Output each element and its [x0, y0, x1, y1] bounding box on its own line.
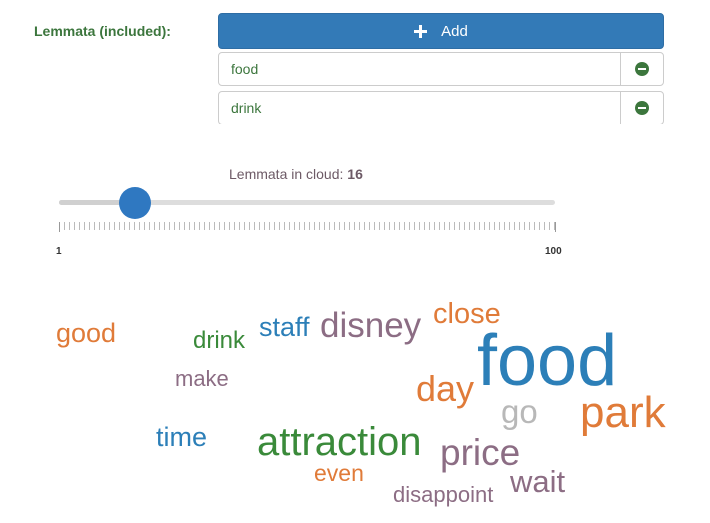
cloud-word-disney: disney — [320, 306, 422, 345]
remove-lemma-button[interactable] — [620, 53, 663, 85]
lemma-input-drink[interactable]: drink — [219, 92, 620, 124]
add-button-label: Add — [441, 22, 468, 40]
slider-min-label: 1 — [56, 246, 62, 257]
lemmata-label: Lemmata (included): — [34, 23, 171, 39]
minus-circle-icon — [635, 62, 649, 76]
remove-lemma-button[interactable] — [620, 92, 663, 124]
lemma-input-food[interactable]: food — [219, 53, 620, 85]
cloud-word-time: time — [156, 422, 208, 452]
slider-max-label: 100 — [545, 246, 562, 257]
lemma-item: drink — [218, 91, 664, 125]
cloud-word-food: food — [477, 321, 618, 401]
cloud-word-disappoint: disappoint — [393, 482, 494, 507]
slider-tick-max — [555, 222, 556, 232]
slider-ticks — [59, 222, 556, 230]
slider-tick-min — [59, 222, 60, 232]
cloud-word-good: good — [56, 318, 117, 348]
cloud-word-close: close — [433, 298, 501, 330]
cloud-word-even: even — [314, 460, 364, 486]
slider-handle[interactable] — [119, 187, 151, 219]
cloud-word-price: price — [440, 432, 521, 473]
slider-label: Lemmata in cloud: 16 — [229, 166, 363, 182]
cloud-word-staff: staff — [259, 312, 310, 342]
add-lemma-button[interactable]: Add — [218, 13, 664, 49]
cloud-word-make: make — [175, 366, 229, 391]
cloud-word-drink: drink — [193, 327, 246, 354]
cloud-word-day: day — [416, 368, 475, 409]
cloud-word-attraction: attraction — [257, 420, 422, 464]
slider-label-text: Lemmata in cloud: — [229, 166, 344, 182]
cloud-word-park: park — [580, 388, 666, 437]
lemma-item: food — [218, 52, 664, 86]
minus-circle-icon — [635, 101, 649, 115]
list-clip-edge — [216, 124, 668, 128]
cloud-word-wait: wait — [510, 464, 566, 499]
cloud-word-go: go — [501, 393, 538, 430]
plus-icon — [414, 24, 428, 38]
slider-value: 16 — [347, 166, 363, 182]
